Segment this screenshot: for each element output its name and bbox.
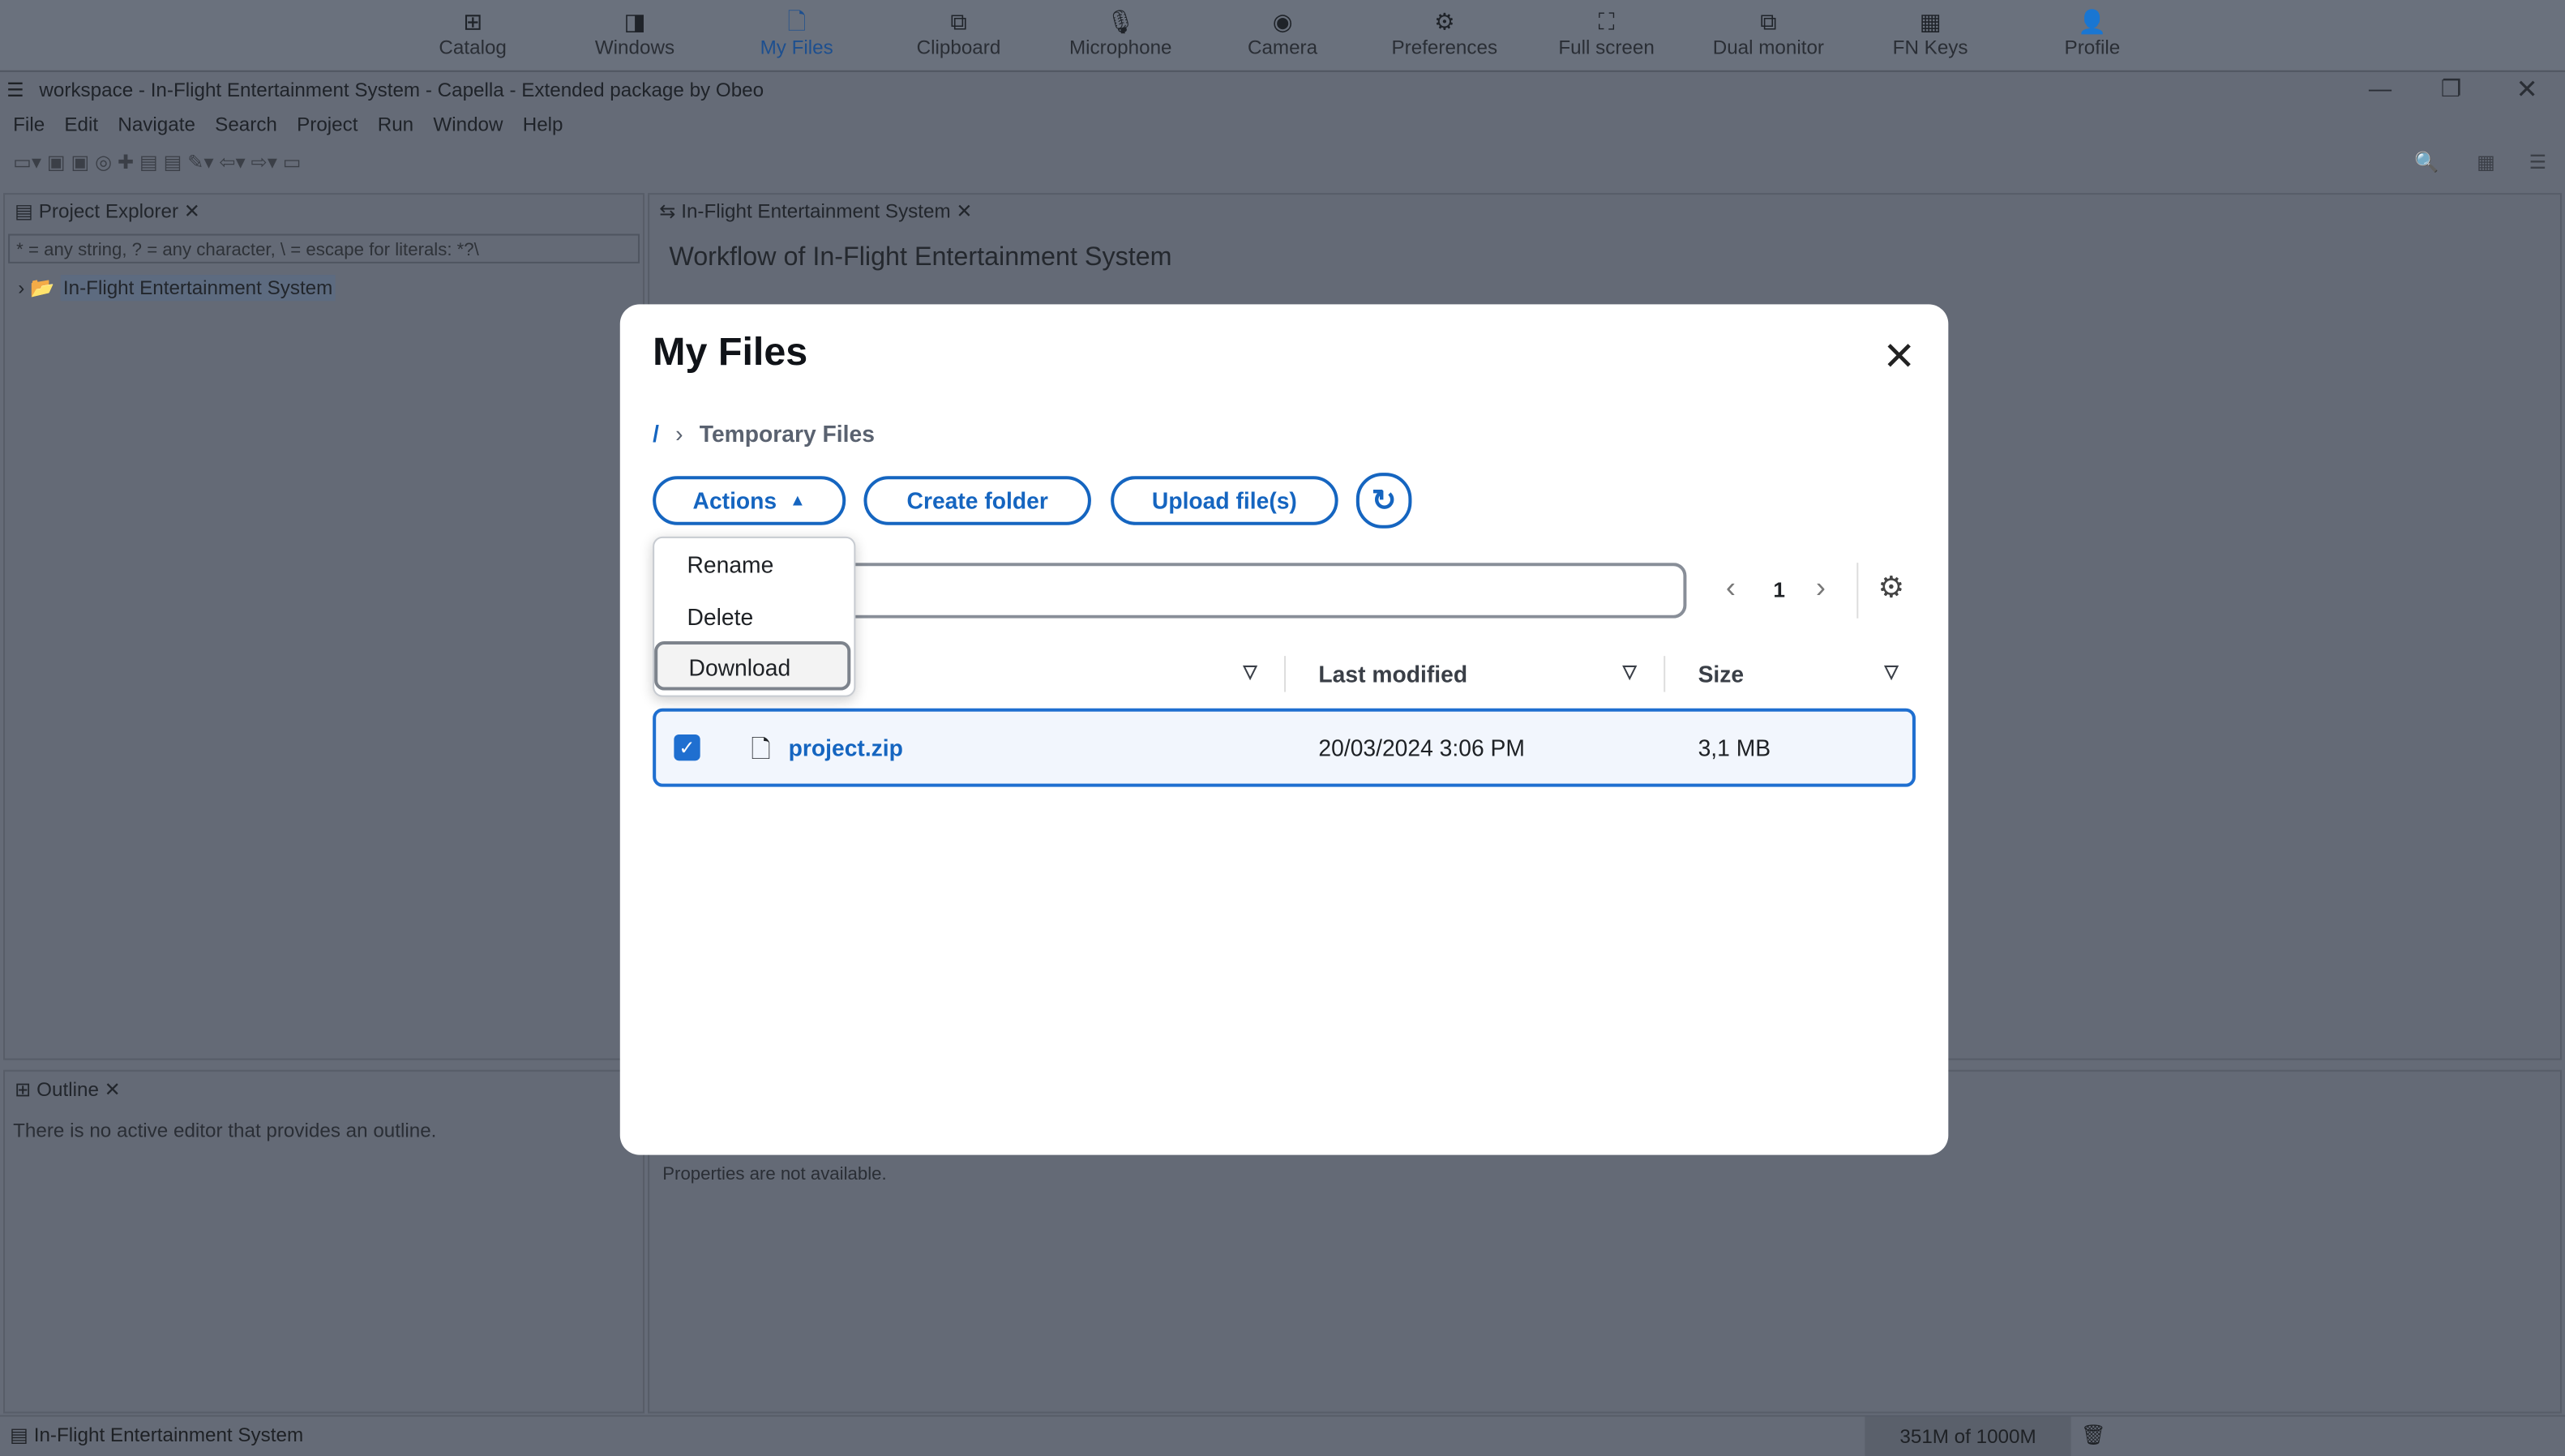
minimize-icon[interactable]: — (2369, 75, 2392, 101)
toolbar-camera[interactable]: ◉ Camera (1209, 6, 1356, 59)
size-filter-icon[interactable]: ▽ (1885, 661, 1899, 682)
file-size: 3,1 MB (1698, 734, 1771, 761)
new-icon[interactable]: ▭▾ ▣ ▣ ◎ ✚ ▤ ▤ ✎▾ ⇦▾ ⇨▾ ▭ (13, 151, 301, 173)
editor-tab[interactable]: ⇆ In-Flight Entertainment System ✕ (659, 199, 972, 222)
toolbar-catalog[interactable]: ⊞ Catalog (399, 6, 546, 59)
file-modified: 20/03/2024 3:06 PM (1318, 734, 1525, 761)
project-explorer-panel: ▤ Project Explorer ✕ * = any string, ? =… (3, 193, 645, 1060)
menu-item-download[interactable]: Download (654, 641, 851, 691)
perspective-icon[interactable]: ▦ (2477, 151, 2495, 173)
diagram-heading: Workflow of In-Flight Entertainment Syst… (669, 243, 1172, 272)
toolbar-profile[interactable]: 👤 Profile (2019, 6, 2166, 59)
menu-item-delete[interactable]: Delete (687, 604, 754, 630)
fullscreen-icon: ⛶ (1598, 8, 1615, 35)
restore-icon[interactable]: ❐ (2441, 75, 2461, 103)
window-title: workspace - In-Flight Entertainment Syst… (39, 78, 764, 102)
create-folder-button[interactable]: Create folder (863, 476, 1091, 525)
column-size[interactable]: Size (1698, 661, 1745, 687)
filter-input[interactable]: * = any string, ? = any character, \ = e… (8, 233, 640, 263)
menu-project[interactable]: Project (297, 113, 358, 135)
screen: ⊞ Catalog ◨ Windows 🗋 My Files ⧉ Clipboard 🎙… (0, 0, 2565, 1456)
outline-panel: ⊞ Outline ✕ There is no active editor th… (3, 1069, 645, 1414)
menu-bar: File Edit Navigate Search Project Run Wi… (13, 113, 563, 135)
toolbar-dual-monitor[interactable]: ⧉ Dual monitor (1695, 6, 1843, 59)
dialog-title: My Files (653, 330, 808, 375)
status-bar: ▤ In-Flight Entertainment System 351M of… (0, 1415, 2565, 1456)
memory-indicator: 351M of 1000M (1865, 1416, 2071, 1456)
gear-icon[interactable]: ⚙ (1878, 571, 1905, 605)
outline-tab[interactable]: ⊞ Outline ✕ (15, 1078, 121, 1101)
breadcrumb: / › Temporary Files (653, 421, 875, 447)
chevron-right-icon: › (675, 420, 683, 447)
main-toolbar: ▭▾ ▣ ▣ ◎ ✚ ▤ ▤ ✎▾ ⇦▾ ⇨▾ ▭ 🔍 ▦ ☰ (13, 151, 2549, 183)
microphone-icon: 🎙 (1106, 8, 1136, 35)
search-icon[interactable]: 🔍 (2414, 151, 2439, 173)
toolbar-windows[interactable]: ◨ Windows (561, 6, 709, 59)
search-input[interactable] (833, 563, 1687, 619)
divider (1856, 563, 1859, 619)
camera-icon: ◉ (1272, 8, 1293, 35)
divider (1284, 656, 1287, 692)
menu-item-rename[interactable]: Rename (687, 551, 774, 577)
capella-perspective-icon[interactable]: ☰ (2529, 151, 2547, 173)
status-selection: ▤ In-Flight Entertainment System (10, 1423, 304, 1446)
gear-icon: ⚙ (1434, 8, 1455, 35)
toolbar-fn-keys[interactable]: ▦ FN Keys (1856, 6, 2004, 59)
divider (1664, 656, 1666, 692)
keyboard-icon: ▦ (1919, 8, 1942, 35)
refresh-icon[interactable]: ↻ (1355, 473, 1412, 529)
actions-menu: Rename Delete Download (653, 536, 856, 697)
outline-message: There is no active editor that provides … (13, 1119, 437, 1142)
dual-monitor-icon: ⧉ (1760, 8, 1777, 35)
menu-navigate[interactable]: Navigate (118, 113, 195, 135)
remote-toolbar: ⊞ Catalog ◨ Windows 🗋 My Files ⧉ Clipboard 🎙… (0, 0, 2565, 72)
menu-search[interactable]: Search (215, 113, 277, 135)
menu-file[interactable]: File (13, 113, 45, 135)
properties-message: Properties are not available. (662, 1164, 887, 1184)
toolbar-microphone[interactable]: 🎙 Microphone (1047, 6, 1194, 59)
toolbar-preferences[interactable]: ⚙ Preferences (1371, 6, 1518, 59)
toolbar-clipboard[interactable]: ⧉ Clipboard (885, 6, 1033, 59)
my-files-dialog: My Files ✕ / › Temporary Files Actions ▲… (619, 304, 1949, 1155)
breadcrumb-current: Temporary Files (699, 420, 875, 447)
column-last-modified[interactable]: Last modified (1318, 661, 1467, 687)
clipboard-icon: ⧉ (950, 8, 967, 35)
file-icon: 🗋 (751, 736, 771, 764)
page-number: 1 (1773, 577, 1786, 602)
row-checkbox[interactable]: ✓ (674, 734, 700, 761)
toolbar-my-files[interactable]: 🗋 My Files (723, 6, 871, 59)
table-row[interactable]: ✓ 🗋 project.zip 20/03/2024 3:06 PM 3,1 M… (653, 708, 1916, 787)
app-icon: ☰ (6, 78, 24, 102)
modified-filter-icon[interactable]: ▽ (1623, 661, 1637, 682)
tree-item-project[interactable]: › 📂 In-Flight Entertainment System (18, 275, 336, 302)
actions-button[interactable]: Actions ▲ (653, 476, 846, 525)
caret-up-icon: ▲ (789, 491, 806, 510)
prev-page-icon[interactable]: ‹ (1726, 571, 1736, 605)
next-page-icon[interactable]: › (1816, 571, 1826, 605)
window-close-icon[interactable]: ✕ (2516, 74, 2538, 106)
catalog-icon: ⊞ (463, 8, 482, 35)
menu-window[interactable]: Window (433, 113, 503, 135)
breadcrumb-root[interactable]: / (653, 421, 659, 447)
toolbar-full-screen[interactable]: ⛶ Full screen (1533, 6, 1681, 59)
close-icon[interactable]: ✕ (1882, 334, 1916, 382)
garbage-collect-icon[interactable]: 🗑 (2081, 1424, 2106, 1446)
menu-edit[interactable]: Edit (64, 113, 98, 135)
menu-run[interactable]: Run (378, 113, 413, 135)
windows-icon: ◨ (623, 8, 646, 35)
name-filter-icon[interactable]: ▽ (1244, 661, 1257, 682)
upload-files-button[interactable]: Upload file(s) (1111, 476, 1338, 525)
user-icon: 👤 (2078, 8, 2107, 35)
project-explorer-tab[interactable]: ▤ Project Explorer ✕ (15, 199, 200, 222)
file-name-link[interactable]: project.zip (789, 734, 903, 760)
menu-help[interactable]: Help (523, 113, 563, 135)
file-icon: 🗋 (787, 8, 807, 35)
